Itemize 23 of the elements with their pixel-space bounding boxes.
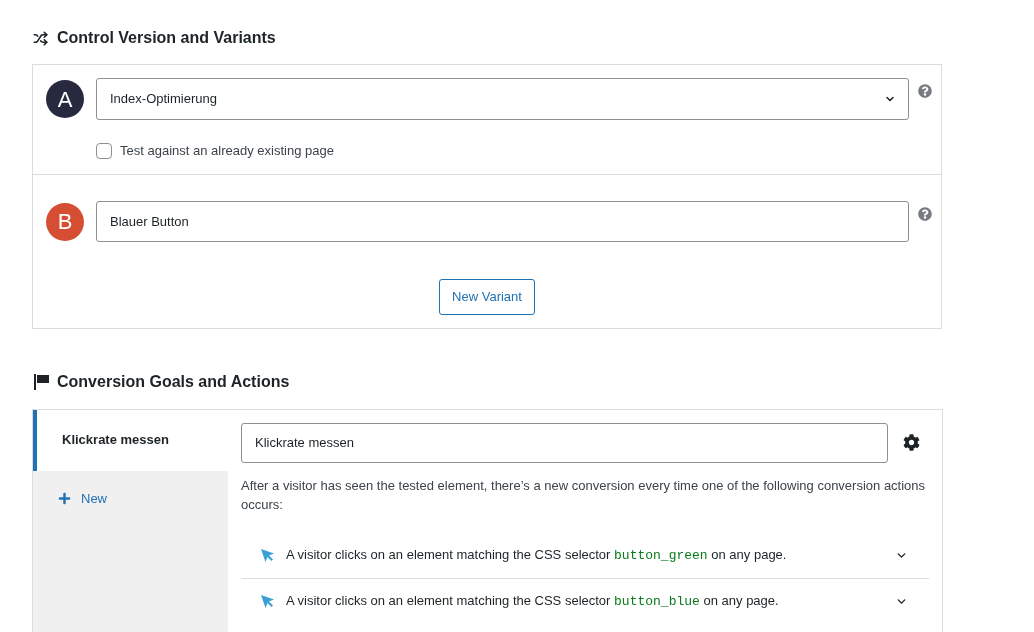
flag-icon	[34, 373, 49, 390]
new-goal-button[interactable]: New	[33, 470, 107, 527]
goal-name-field[interactable]: Klickrate messen	[241, 422, 888, 463]
letter-avatar: A	[46, 80, 84, 118]
description-text: After a visitor has seen the tested element, there’s a new conversion every time one of the following conversion actions occurs:	[241, 476, 927, 514]
section-title: Conversion Goals and Actions	[57, 371, 290, 392]
action-text: A visitor clicks on an element matching the CSS selector button_blue on any page.	[286, 592, 780, 612]
action-text: A visitor clicks on an element matching the CSS selector button_green on any page.	[286, 545, 788, 565]
checkbox[interactable]	[96, 142, 112, 159]
settings-icon[interactable]	[903, 434, 920, 451]
dropdown-field[interactable]: Index-Optimierung	[96, 78, 909, 120]
plus-icon	[58, 492, 71, 505]
cursor-icon	[261, 595, 274, 608]
shuffle-icon	[33, 30, 48, 46]
help-icon[interactable]	[918, 84, 932, 98]
letter-avatar: B	[46, 202, 84, 241]
cursor-icon	[261, 548, 274, 562]
section-title: Control Version and Variants	[57, 28, 276, 48]
input-field[interactable]: Blauer Button	[96, 200, 909, 242]
checkbox-label: Test against an already existing page	[120, 142, 334, 160]
help-icon[interactable]	[918, 206, 932, 221]
goal-tab[interactable]: Klickrate messen	[33, 409, 228, 471]
new-variant-button[interactable]: New Variant	[439, 278, 535, 315]
